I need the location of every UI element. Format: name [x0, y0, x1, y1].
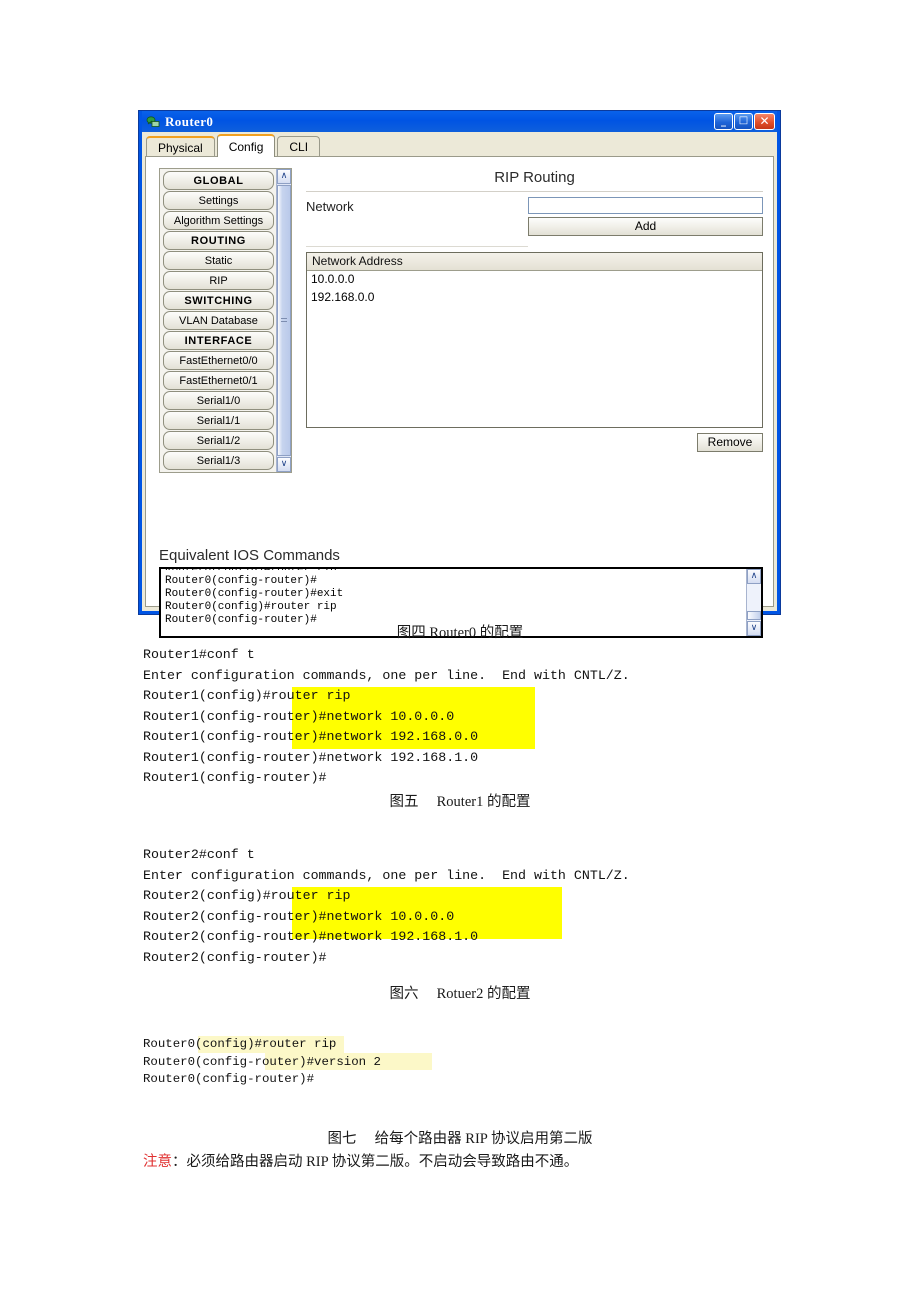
tab-physical[interactable]: Physical [146, 136, 215, 157]
tab-physical-label: Physical [158, 141, 203, 155]
sidebar-item-serial1-1-label: Serial1/1 [196, 415, 241, 427]
tab-cli[interactable]: CLI [277, 136, 321, 157]
sidebar-item-fastethernet0-1-label: FastEthernet0/1 [179, 375, 258, 387]
sidebar-scroll-down-button[interactable]: ∨ [277, 457, 291, 472]
chevron-up-icon: ∧ [280, 171, 288, 181]
sidebar-item-serial1-3-label: Serial1/3 [196, 455, 241, 467]
note-body: ：必须给路由器启动 RIP 协议第二版。不启动会导致路由不通。 [172, 1154, 579, 1170]
table-row[interactable]: 10.0.0.0 [307, 271, 762, 289]
ios-line: Router0(config-router)#exit [165, 588, 344, 600]
sidebar-item-rip-label: RIP [209, 275, 228, 287]
sidebar-item-interface[interactable]: INTERFACE [163, 331, 274, 350]
sidebar-item-algorithm-settings[interactable]: Algorithm Settings [163, 211, 274, 230]
sidebar-item-global-label: GLOBAL [193, 175, 244, 187]
tab-cli-label: CLI [289, 140, 309, 154]
sidebar-item-settings-label: Settings [198, 195, 239, 207]
console-block-router0-version: Router0(config)#router rip Router0(confi… [143, 1037, 381, 1086]
sidebar-item-interface-label: INTERFACE [184, 335, 253, 347]
caption-figure-five: 图五 Router1 的配置 [389, 794, 531, 810]
config-sidebar-list: GLOBAL Settings Algorithm Settings ROUTI… [160, 169, 276, 472]
minimize-icon: _ [721, 116, 726, 127]
chevron-up-icon: ∧ [750, 571, 758, 581]
window-client-area: Physical Config CLI GLOBAL Settings Algo… [142, 132, 777, 638]
sidebar-scrollbar[interactable]: ∧ ∨ [276, 169, 291, 472]
sidebar-item-fastethernet0-1[interactable]: FastEthernet0/1 [163, 371, 274, 390]
caption-figure-four: 图四 Router0 的配置 [396, 625, 524, 641]
remove-button-row: Remove [306, 433, 763, 452]
table-column-header: Network Address [307, 253, 762, 271]
minimize-button[interactable]: _ [714, 113, 733, 130]
network-entry-controls: Add [528, 197, 763, 236]
page-title: RIP Routing [494, 169, 575, 186]
maximize-icon: □ [738, 115, 749, 126]
sidebar-item-static-label: Static [204, 255, 233, 267]
sidebar-item-routing[interactable]: ROUTING [163, 231, 274, 250]
sidebar-item-fastethernet0-0[interactable]: FastEthernet0/0 [163, 351, 274, 370]
divider [306, 191, 763, 192]
window-titlebar[interactable]: Router0 _ □ ✕ [142, 111, 777, 132]
sidebar-item-rip[interactable]: RIP [163, 271, 274, 290]
sidebar-item-global[interactable]: GLOBAL [163, 171, 274, 190]
remove-button-label: Remove [707, 435, 753, 449]
tabstrip: Physical Config CLI [142, 132, 777, 157]
sidebar-item-algorithm-settings-label: Algorithm Settings [173, 215, 264, 227]
sidebar-item-serial1-2-label: Serial1/2 [196, 435, 241, 447]
ios-commands-title: Equivalent IOS Commands [159, 547, 340, 564]
sidebar-item-fastethernet0-0-label: FastEthernet0/0 [179, 355, 258, 367]
sidebar-item-routing-label: ROUTING [191, 235, 246, 247]
sidebar-item-switching-label: SWITCHING [184, 295, 253, 307]
caption-figure-six: 图六 Rotuer2 的配置 [389, 986, 531, 1002]
add-button[interactable]: Add [528, 217, 763, 236]
ios-line: Router0(config)#router rip [165, 601, 337, 613]
sidebar-scroll-up-button[interactable]: ∧ [277, 169, 291, 184]
sidebar-item-switching[interactable]: SWITCHING [163, 291, 274, 310]
config-sidebar: GLOBAL Settings Algorithm Settings ROUTI… [159, 168, 292, 473]
router-config-window: Router0 _ □ ✕ Physical Config CLI GLOBAL… [138, 110, 781, 638]
sidebar-item-vlan-database[interactable]: VLAN Database [163, 311, 274, 330]
maximize-button[interactable]: □ [734, 113, 753, 130]
add-button-label: Add [634, 219, 657, 233]
sidebar-item-serial1-0[interactable]: Serial1/0 [163, 391, 274, 410]
sidebar-item-serial1-0-label: Serial1/0 [196, 395, 241, 407]
scroll-thumb-grip [281, 317, 287, 324]
note-prefix: 注意 [143, 1154, 172, 1170]
sidebar-item-settings[interactable]: Settings [163, 191, 274, 210]
window-title: Router0 [165, 113, 214, 129]
network-entry-row: Network Add [306, 197, 763, 236]
tab-config-label: Config [228, 140, 264, 154]
ios-line-clipped: Router0(config)#router rip [165, 569, 746, 570]
divider-under-network [306, 246, 528, 247]
chevron-down-icon: ∨ [280, 459, 288, 469]
ios-line: Router0(config-router)# [165, 575, 317, 587]
close-icon: ✕ [759, 114, 770, 128]
sidebar-item-serial1-3[interactable]: Serial1/3 [163, 451, 274, 470]
router-icon [146, 115, 160, 129]
network-input[interactable] [528, 197, 763, 214]
console-block-router1: Router1#conf t Enter configuration comma… [143, 647, 630, 785]
ios-scroll-up-button[interactable]: ∧ [747, 569, 761, 584]
sidebar-item-serial1-1[interactable]: Serial1/1 [163, 411, 274, 430]
close-button[interactable]: ✕ [754, 113, 775, 130]
sidebar-scroll-thumb[interactable] [277, 185, 291, 456]
network-label: Network [306, 199, 354, 214]
table-row[interactable]: 192.168.0.0 [307, 289, 762, 307]
ios-scroll-thumb[interactable] [747, 611, 761, 620]
sidebar-item-static[interactable]: Static [163, 251, 274, 270]
rip-routing-section: RIP Routing Network Add Network Address … [306, 165, 763, 485]
remove-button[interactable]: Remove [697, 433, 763, 452]
console-block-router2: Router2#conf t Enter configuration comma… [143, 847, 630, 965]
note-line: 注意：必须给路由器启动 RIP 协议第二版。不启动会导致路由不通。 [143, 1150, 578, 1171]
tab-config[interactable]: Config [216, 134, 276, 157]
sidebar-item-vlan-database-label: VLAN Database [179, 315, 258, 327]
network-address-table[interactable]: Network Address 10.0.0.0 192.168.0.0 [306, 252, 763, 428]
sidebar-item-serial1-2[interactable]: Serial1/2 [163, 431, 274, 450]
config-panel: GLOBAL Settings Algorithm Settings ROUTI… [145, 156, 774, 638]
caption-figure-seven: 图七 给每个路由器 RIP 协议启用第二版 [327, 1131, 593, 1147]
